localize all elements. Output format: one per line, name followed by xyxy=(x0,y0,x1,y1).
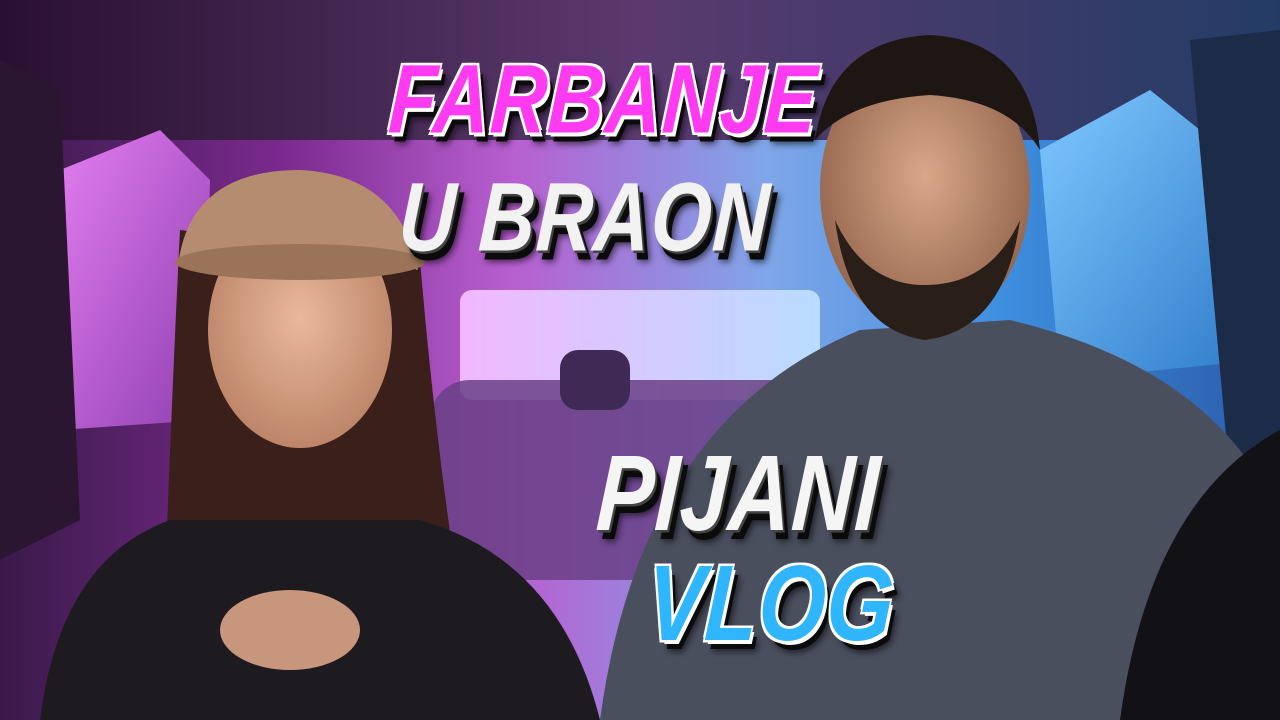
title-line-pijani: PIJANI xyxy=(593,433,884,554)
video-thumbnail: FARBANJE U BRAON PIJANI VLOG xyxy=(0,0,1280,720)
title-line-vlog: VLOG xyxy=(643,543,899,664)
title-line-farbanje: FARBANJE xyxy=(386,43,821,154)
title-line-u-braon: U BRAON xyxy=(396,161,774,272)
woman-hand xyxy=(220,590,360,670)
